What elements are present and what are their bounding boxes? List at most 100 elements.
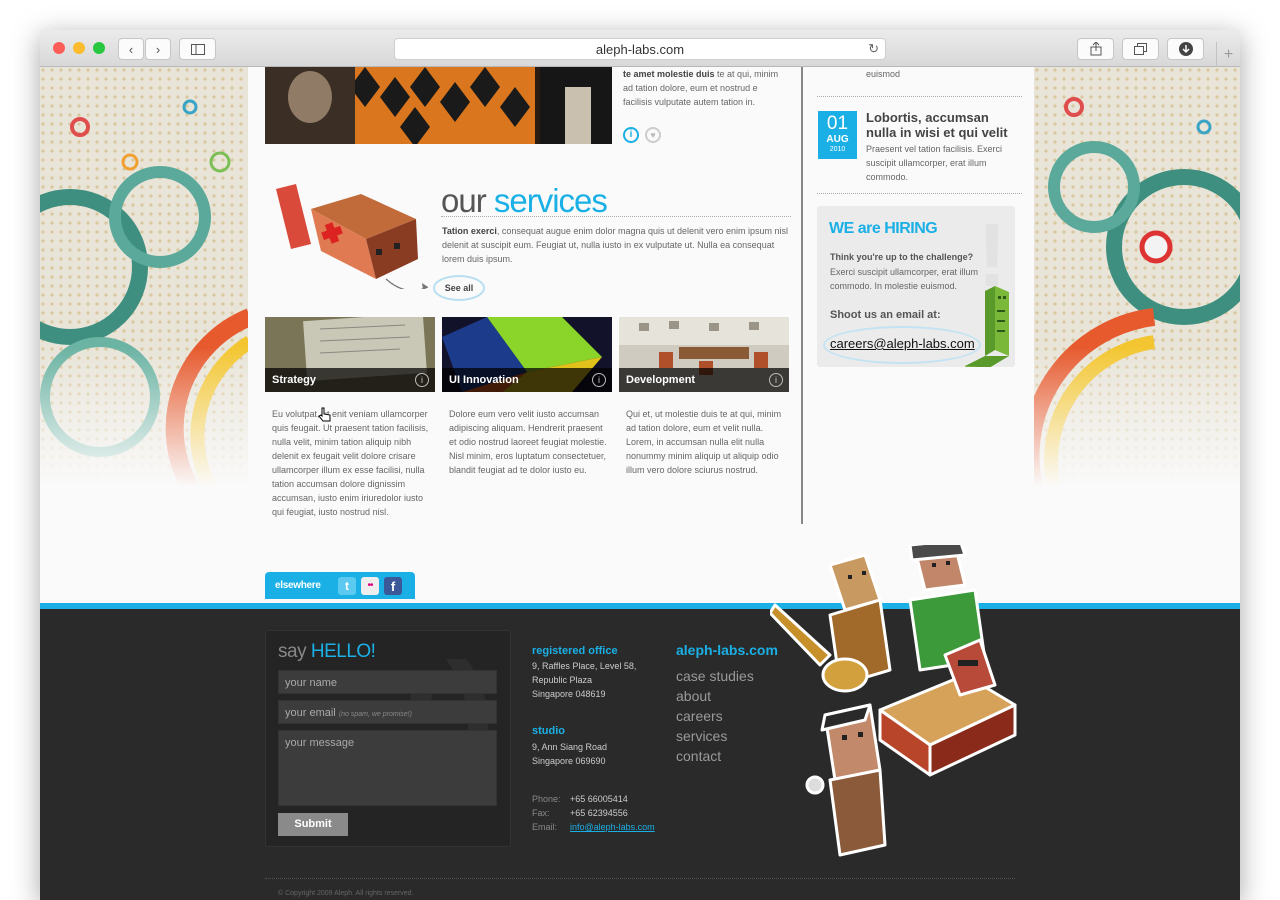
news-divider-bottom: [817, 193, 1022, 194]
sitemap-link-services[interactable]: services: [676, 726, 754, 746]
sitemap-link-case-studies[interactable]: case studies: [676, 666, 754, 686]
right-decoration-art: [1034, 67, 1240, 487]
contact-title-say: say: [278, 641, 307, 662]
news-month: AUG: [826, 134, 849, 145]
sitemap-link-about[interactable]: about: [676, 686, 754, 706]
service-tile-development[interactable]: Development i: [619, 317, 789, 392]
hiring-box: ! WE are HIRING Think you're up to the c…: [817, 206, 1015, 367]
content-column: te amet molestie duis te at qui, minim a…: [248, 67, 1034, 597]
facebook-icon[interactable]: f: [384, 577, 402, 595]
tabs-overview-button[interactable]: [1122, 38, 1159, 60]
contact-title: say HELLO!: [278, 641, 376, 663]
email-input[interactable]: your email (no spam, we promise!): [278, 700, 497, 724]
sidebar-button[interactable]: [179, 38, 216, 60]
tile-label: Strategy: [272, 374, 317, 386]
address-line: 9, Ann Siang Road: [532, 742, 608, 752]
tile-caption: UI Innovation: [442, 368, 612, 392]
fax-value: +65 62394556: [570, 808, 628, 818]
name-placeholder: your name: [285, 677, 337, 689]
post-image[interactable]: [265, 67, 612, 144]
chevron-right-icon: ›: [155, 41, 161, 57]
news-title[interactable]: Lobortis, accumsan nulla in wisi et qui …: [866, 110, 1016, 140]
tile-caption: Development: [619, 368, 789, 392]
service-desc-ui-innovation: Dolore eum vero velit iusto accumsan adi…: [449, 409, 607, 475]
submit-button[interactable]: Submit: [278, 813, 348, 836]
mouse-cursor-icon: [318, 407, 331, 422]
service-desc-strategy: Eu volutpat, ut enit veniam ullamcorper …: [272, 409, 429, 517]
hiring-title: WE are HIRING: [829, 220, 938, 237]
name-input[interactable]: your name: [278, 670, 497, 694]
reload-icon[interactable]: ↻: [868, 41, 879, 57]
new-tab-button[interactable]: +: [1216, 42, 1240, 67]
column-divider: [801, 67, 803, 524]
email-link[interactable]: info@aleph-labs.com: [570, 820, 655, 834]
zoom-window-button[interactable]: [93, 42, 105, 54]
post-info-icon[interactable]: i: [623, 127, 639, 143]
tile-label: UI Innovation: [449, 374, 519, 386]
news-day: 01: [826, 113, 849, 134]
services-intro: Tation exerci, consequat augue enim dolo…: [442, 224, 791, 266]
footer: ;) say HELLO! your name your email (no s…: [40, 603, 1240, 900]
sitemap-link-contact[interactable]: contact: [676, 746, 754, 766]
services-intro-bold: Tation exerci: [442, 226, 497, 236]
services-heading: our services: [441, 184, 791, 217]
message-textarea[interactable]: your message: [278, 730, 497, 806]
service-tile-ui-innovation[interactable]: UI Innovation i: [442, 317, 612, 392]
services-heading-plain: our: [441, 182, 487, 219]
contact-title-hello: HELLO!: [310, 641, 376, 662]
address-bar[interactable]: aleph-labs.com ↻: [394, 38, 886, 60]
fax-label: Fax:: [532, 808, 550, 818]
hiring-shoot: Shoot us an email at:: [830, 309, 941, 321]
registered-office-address: 9, Raffles Place, Level 58, Republic Pla…: [532, 659, 636, 701]
news-year: 2010: [829, 146, 846, 153]
back-button[interactable]: ‹: [118, 38, 144, 60]
twitter-icon[interactable]: t: [338, 577, 356, 595]
share-icon: [1090, 42, 1101, 56]
tile-caption: Strategy: [265, 368, 435, 392]
see-all-button[interactable]: See all: [433, 275, 485, 301]
address-line: 9, Raffles Place, Level 58,: [532, 661, 637, 671]
email-placeholder: your email: [285, 707, 336, 719]
close-window-button[interactable]: [53, 42, 65, 54]
minimize-window-button[interactable]: [73, 42, 85, 54]
flickr-icon[interactable]: ••: [361, 577, 379, 595]
see-all-label: See all: [444, 283, 474, 293]
tabs-icon: [1134, 43, 1147, 55]
share-button[interactable]: [1077, 38, 1114, 60]
message-placeholder: your message: [285, 737, 355, 749]
hiring-question: Think you're up to the challenge?: [830, 252, 974, 262]
studio-title: studio: [532, 725, 565, 737]
sidebar-icon: [190, 43, 205, 55]
tile-info-icon[interactable]: i: [769, 373, 783, 387]
browser-toolbar: ‹ › aleph-labs.com ↻ +: [40, 30, 1240, 67]
service-tile-strategy[interactable]: Strategy i: [265, 317, 435, 392]
tile-info-icon[interactable]: i: [415, 373, 429, 387]
post-like-icon[interactable]: ♥: [645, 127, 661, 143]
elsewhere-label: elsewhere: [275, 580, 321, 591]
chevron-left-icon: ‹: [128, 41, 134, 57]
service-desc-development: Qui et, ut molestie duis te at qui, mini…: [626, 409, 782, 475]
services-heading-accent: services: [493, 182, 608, 219]
contact-form: ;) say HELLO! your name your email (no s…: [265, 630, 511, 847]
sitemap-link-careers[interactable]: careers: [676, 706, 754, 726]
news-text: Praesent vel tation facilisis. Exerci su…: [866, 144, 1003, 182]
services-mascot: [266, 179, 431, 292]
sitemap-links: case studies about careers services cont…: [676, 666, 754, 766]
tile-info-icon[interactable]: i: [592, 373, 606, 387]
band-mascots-illustration: [770, 545, 1017, 857]
studio-address: 9, Ann Siang Road Singapore 069690: [532, 740, 607, 768]
email-hint: (no spam, we promise!): [338, 711, 412, 718]
news-prev-tail: euismod: [866, 69, 901, 79]
plus-icon: +: [1223, 45, 1234, 63]
sitemap-title[interactable]: aleph-labs.com: [676, 642, 778, 658]
downloads-button[interactable]: [1167, 38, 1204, 60]
email-label: Email:: [532, 822, 558, 832]
left-decoration-art: [40, 67, 250, 487]
browser-window: ‹ › aleph-labs.com ↻ + te amet molestie …: [40, 30, 1240, 900]
post-excerpt-bold: te amet molestie duis: [623, 69, 715, 79]
hiring-email-link[interactable]: careers@aleph-labs.com: [830, 336, 975, 351]
url-text: aleph-labs.com: [595, 41, 685, 57]
news-date-badge: 01 AUG 2010: [818, 111, 857, 159]
elsewhere-tab: elsewhere t •• f: [265, 572, 415, 599]
forward-button[interactable]: ›: [145, 38, 171, 60]
